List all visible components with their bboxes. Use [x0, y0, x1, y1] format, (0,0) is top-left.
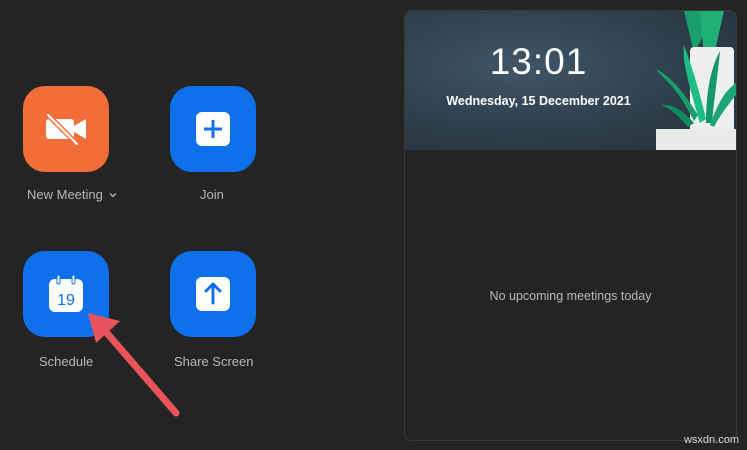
- clock-time: 13:01: [489, 41, 588, 82]
- plant-illustration: [656, 11, 736, 150]
- join-button[interactable]: [170, 86, 256, 172]
- clock-date: Wednesday, 15 December 2021: [446, 94, 631, 108]
- annotation-arrow: [88, 313, 180, 417]
- watermark: wsxdn.com: [683, 434, 739, 446]
- new-meeting-label[interactable]: New Meeting: [27, 187, 117, 202]
- no-meetings-message: No upcoming meetings today: [489, 289, 652, 303]
- video-off-icon: [45, 112, 86, 146]
- upload-arrow-icon: [196, 277, 230, 311]
- chevron-down-icon[interactable]: [109, 192, 117, 198]
- upcoming-meetings-panel: 13:01 Wednesday, 15 December 2021 No upc…: [404, 10, 737, 441]
- clock-header: 13:01 Wednesday, 15 December 2021: [405, 11, 736, 150]
- join-label: Join: [200, 187, 224, 202]
- new-meeting-button[interactable]: [23, 86, 109, 172]
- plus-icon: [196, 112, 230, 146]
- calendar-day: 19: [57, 292, 75, 309]
